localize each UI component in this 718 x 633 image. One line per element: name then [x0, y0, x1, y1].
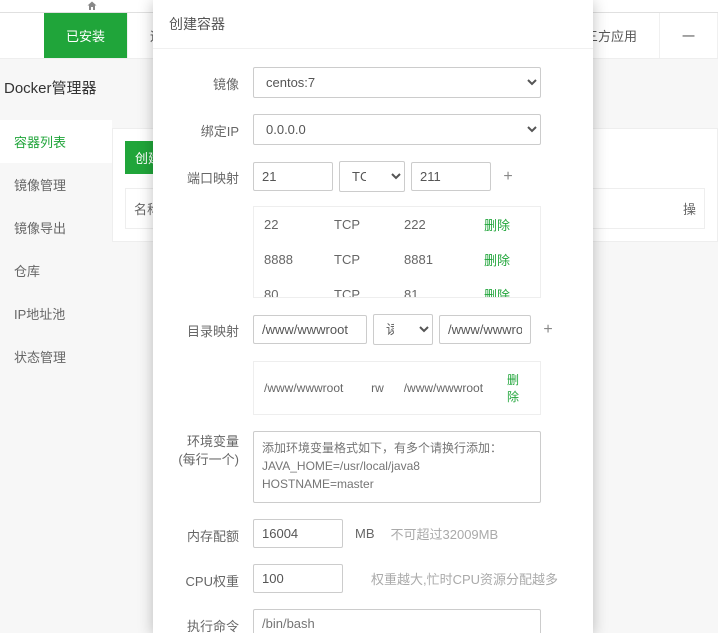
port-delete-link[interactable]: 删除: [484, 215, 510, 234]
port-proto-select[interactable]: TCP: [339, 161, 405, 192]
sidebar-item-images[interactable]: 镜像管理: [0, 163, 112, 206]
dir-add-button[interactable]: +: [537, 321, 559, 339]
dir-delete-link[interactable]: 删除: [507, 371, 530, 405]
dir-mode-select[interactable]: 读写: [373, 314, 433, 345]
label-cmd: 执行命令: [173, 609, 253, 633]
col-op: 操: [683, 199, 696, 218]
label-bind-ip: 绑定IP: [173, 114, 253, 140]
sidebar-item-containers[interactable]: 容器列表: [0, 120, 112, 163]
sidebar: 容器列表 镜像管理 镜像导出 仓库 IP地址池 状态管理: [0, 120, 112, 378]
label-cpu: CPU权重: [173, 564, 253, 590]
sidebar-item-repo[interactable]: 仓库: [0, 249, 112, 292]
label-image: 镜像: [173, 67, 253, 93]
port-add-button[interactable]: +: [497, 168, 519, 186]
ip-select[interactable]: 0.0.0.0: [253, 114, 541, 145]
mem-input[interactable]: [253, 519, 343, 548]
sidebar-item-ip-pool[interactable]: IP地址池: [0, 292, 112, 335]
dir-list: /www/wwwroot rw /www/wwwroot 删除: [253, 361, 541, 415]
port-delete-link[interactable]: 删除: [484, 285, 510, 298]
modal-title: 创建容器: [153, 0, 593, 49]
port-row: 8888 TCP 8881 删除: [254, 242, 540, 277]
mem-unit: MB: [355, 526, 375, 541]
cpu-hint: 权重越大,忙时CPU资源分配越多: [371, 569, 558, 588]
port-row: 22 TCP 222 删除: [254, 207, 540, 242]
cmd-input[interactable]: [253, 609, 541, 633]
port-list: 22 TCP 222 删除 8888 TCP 8881 删除 80 TCP: [253, 206, 541, 298]
sidebar-item-export[interactable]: 镜像导出: [0, 206, 112, 249]
port-dst-input[interactable]: [411, 162, 491, 191]
env-textarea[interactable]: [253, 431, 541, 503]
sidebar-item-status[interactable]: 状态管理: [0, 335, 112, 378]
dir-container-input[interactable]: [439, 315, 531, 344]
mem-hint: 不可超过32009MB: [391, 524, 499, 543]
tab-more[interactable]: 一: [660, 13, 718, 58]
dir-row: /www/wwwroot rw /www/wwwroot 删除: [254, 362, 540, 414]
port-delete-link[interactable]: 删除: [484, 250, 510, 269]
image-select[interactable]: centos:7: [253, 67, 541, 98]
label-mem: 内存配额: [173, 519, 253, 545]
label-env: 环境变量 (每行一个): [173, 431, 253, 469]
create-container-modal: 创建容器 镜像 centos:7 绑定IP 0.0.0.0 端口映射: [153, 0, 593, 633]
dir-host-input[interactable]: [253, 315, 367, 344]
home-icon: [85, 0, 99, 12]
label-port-map: 端口映射: [173, 161, 253, 187]
label-dir-map: 目录映射: [173, 314, 253, 340]
port-src-input[interactable]: [253, 162, 333, 191]
port-row: 80 TCP 81 删除: [254, 277, 540, 298]
tab-installed[interactable]: 已安装: [44, 13, 128, 58]
cpu-input[interactable]: [253, 564, 343, 593]
